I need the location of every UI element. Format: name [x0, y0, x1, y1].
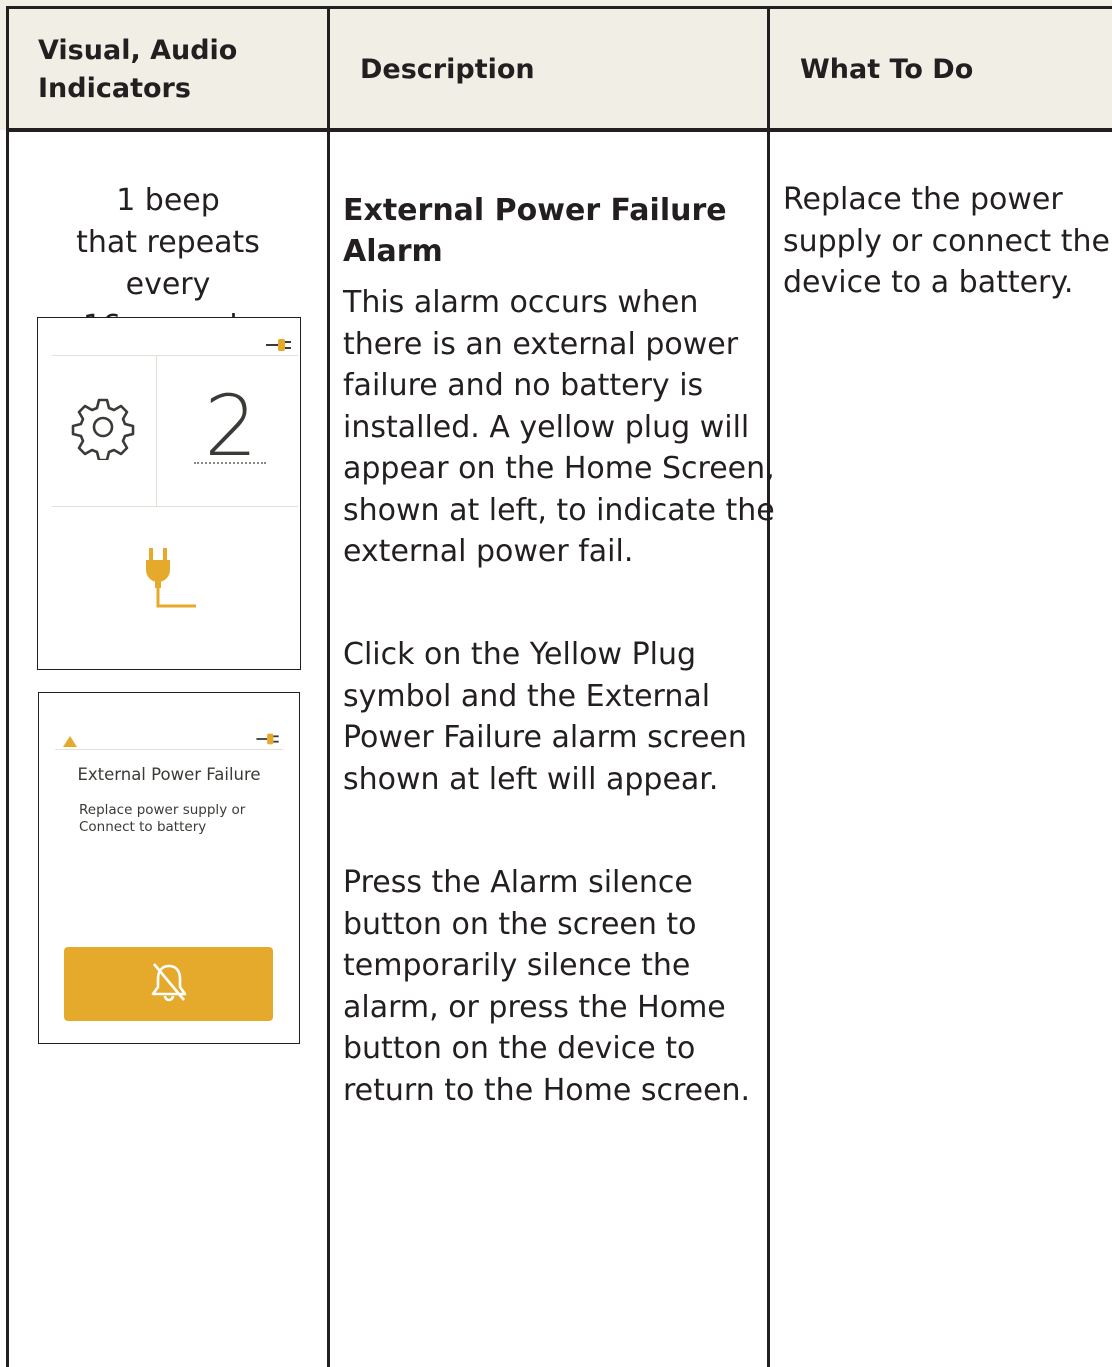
alarm-top-divider	[55, 749, 283, 750]
table-left-rule	[6, 6, 9, 1367]
header-visual-audio: Visual, Audio Indicators	[38, 35, 238, 104]
description-paragraph-3: Press the Alarm silence button on the sc…	[343, 865, 751, 1108]
table-col2-rule	[767, 6, 770, 1367]
alarm-silence-button[interactable]	[64, 947, 273, 1021]
home-top-divider	[52, 355, 298, 356]
description-title: External Power Failure Alarm	[343, 193, 727, 269]
header-description: Description	[360, 54, 535, 85]
home-vertical-divider	[156, 356, 157, 506]
alarm-title: External Power Failure	[77, 765, 261, 784]
table-top-rule	[6, 6, 1112, 9]
table-header-rule	[6, 128, 1112, 132]
yellow-plug-icon[interactable]	[144, 544, 210, 614]
home-screen-mockup: 2	[37, 317, 301, 670]
alarm-screen-mockup: External Power Failure Replace power sup…	[38, 692, 300, 1044]
description-paragraph-1: This alarm occurs when there is an exter…	[343, 285, 775, 569]
home-value: 2	[204, 377, 258, 475]
bell-silenced-icon	[146, 960, 192, 1008]
description-paragraph-2: Click on the Yellow Plug symbol and the …	[343, 637, 747, 797]
home-middle-divider	[52, 506, 298, 507]
what-to-do-text: Replace the power supply or connect the …	[783, 182, 1110, 300]
plug-icon	[254, 731, 282, 751]
gear-icon	[70, 394, 136, 464]
alarm-subtitle: Replace power supply or Connect to batte…	[79, 802, 246, 835]
table-col1-rule	[327, 6, 330, 1367]
header-what-to-do: What To Do	[800, 54, 974, 85]
home-value-underline	[194, 462, 266, 464]
